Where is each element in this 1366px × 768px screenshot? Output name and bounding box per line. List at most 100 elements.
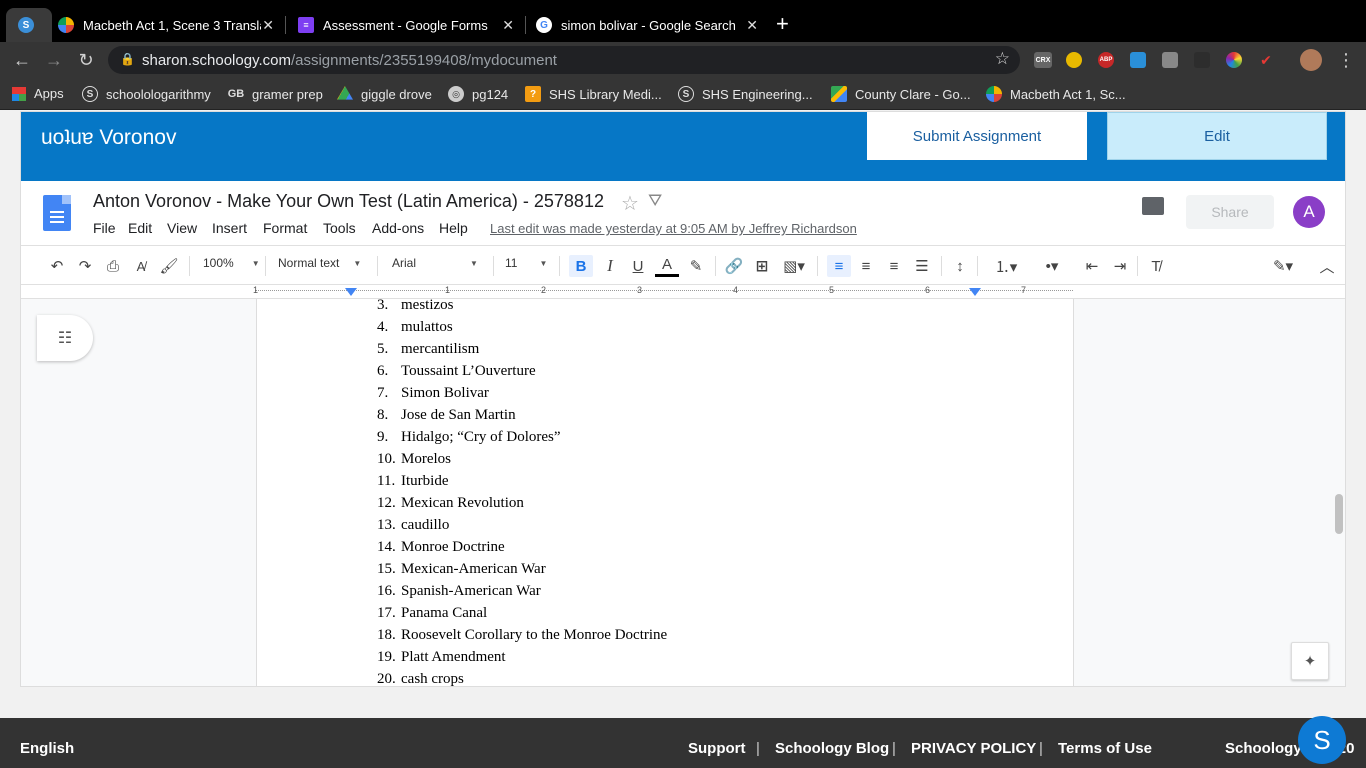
document-page[interactable]: 3. mestizos 4. mulattos 5. mercantilism 6. Tous… xyxy=(256,299,1074,686)
bookmark-apps[interactable]: Apps xyxy=(12,86,64,101)
footer-link-terms[interactable]: Terms of Use xyxy=(1058,740,1152,757)
list-item: 3. mestizos xyxy=(377,299,454,314)
add-comment-icon[interactable]: ⊞ xyxy=(751,255,773,277)
font-select[interactable]: Arial ▼ xyxy=(392,256,478,270)
tool-extension-icon[interactable] xyxy=(1130,52,1146,68)
tab-google-search[interactable]: G simon bolivar - Google Search ✕ xyxy=(524,8,768,42)
menu-edit[interactable]: Edit xyxy=(128,220,152,236)
menu-view[interactable]: View xyxy=(167,220,197,236)
numbered-list-icon[interactable]: ⒈▾ xyxy=(987,255,1025,277)
bookmark-schoolologarithmy[interactable]: S schoolologarithmy xyxy=(82,86,211,102)
bookmark-star-icon[interactable]: ☆ xyxy=(995,49,1010,69)
menu-format[interactable]: Format xyxy=(263,220,307,236)
new-tab-button[interactable]: + xyxy=(776,13,789,35)
bulleted-list-icon[interactable]: •▾ xyxy=(1033,255,1071,277)
menu-add-ons[interactable]: Add-ons xyxy=(372,220,424,236)
list-item-number: 11. xyxy=(377,473,396,489)
menu-help[interactable]: Help xyxy=(439,220,468,236)
chrome-menu-icon[interactable]: ⋮ xyxy=(1334,48,1358,72)
last-edit-link[interactable]: Last edit was made yesterday at 9:05 AM … xyxy=(490,221,857,236)
forward-icon[interactable]: → xyxy=(42,48,66,72)
close-tab-icon[interactable]: ✕ xyxy=(502,17,514,34)
bold-icon[interactable]: B xyxy=(569,255,593,277)
close-tab-icon[interactable]: ✕ xyxy=(262,17,274,34)
list-item: 16. Spanish-American War xyxy=(377,583,541,600)
justify-icon[interactable]: ☰ xyxy=(911,255,933,277)
ruler: 1 1 2 3 4 5 6 7 xyxy=(21,285,1345,299)
list-item: 12. Mexican Revolution xyxy=(377,495,524,512)
bookmark-county-clare[interactable]: County Clare - Go... xyxy=(831,86,971,102)
decrease-indent-icon[interactable]: ⇤ xyxy=(1081,255,1103,277)
highlight-icon[interactable]: ✎ xyxy=(685,255,707,277)
link-icon[interactable]: 🔗 xyxy=(723,255,745,277)
bookmark-shs-engineering[interactable]: S SHS Engineering... xyxy=(678,86,813,102)
tab-macbeth[interactable]: Macbeth Act 1, Scene 3 Transla ✕ xyxy=(46,8,284,42)
ruler-number: 3 xyxy=(637,285,643,295)
docs-logo-icon[interactable] xyxy=(43,195,71,231)
align-right-icon[interactable]: ≡ xyxy=(883,255,905,277)
editing-mode-icon[interactable]: ✎▾ xyxy=(1265,255,1301,277)
footer-link-support[interactable]: Support xyxy=(688,740,746,757)
align-left-icon[interactable]: ≡ xyxy=(827,255,851,277)
close-tab-icon[interactable]: ✕ xyxy=(746,17,758,34)
right-indent-marker[interactable] xyxy=(969,288,981,296)
account-avatar[interactable]: A xyxy=(1293,196,1325,228)
left-indent-marker[interactable] xyxy=(345,288,357,296)
list-item-text: Monroe Doctrine xyxy=(401,539,505,555)
comment-icon[interactable] xyxy=(1142,197,1164,215)
tab-forms[interactable]: ≡ Assessment - Google Forms ✕ xyxy=(286,8,524,42)
text-color-icon[interactable]: A xyxy=(655,255,679,277)
star-icon[interactable]: ☆ xyxy=(621,191,639,216)
font-value: Arial xyxy=(392,256,417,270)
move-to-drive-icon[interactable]: ⛛ xyxy=(648,191,662,211)
align-center-icon[interactable]: ≡ xyxy=(855,255,877,277)
back-icon[interactable]: ← xyxy=(10,48,34,72)
insert-image-icon[interactable]: ▧▾ xyxy=(779,255,809,277)
bookmark-giggle-drove[interactable]: giggle drove xyxy=(337,86,432,102)
spellcheck-icon[interactable]: A̸ xyxy=(131,255,151,277)
scrollbar[interactable] xyxy=(1335,494,1343,534)
clear-formatting-icon[interactable]: T̸ xyxy=(1145,255,1167,277)
reload-icon[interactable]: ↻ xyxy=(74,48,98,72)
underline-icon[interactable]: U xyxy=(627,255,649,277)
bookmark-label: Macbeth Act 1, Sc... xyxy=(1010,86,1126,102)
document-title[interactable]: Anton Voronov - Make Your Own Test (Lati… xyxy=(93,191,604,212)
document-outline-icon[interactable]: ☷ xyxy=(37,315,93,361)
footer-link-blog[interactable]: Schoology Blog xyxy=(775,740,889,757)
print-icon[interactable]: ⎙ xyxy=(103,255,123,277)
line-spacing-icon[interactable]: ↕ xyxy=(949,255,971,277)
list-item-text: Jose de San Martin xyxy=(401,407,516,423)
paint-format-icon[interactable]: 🖌 xyxy=(159,255,179,277)
edit-button[interactable]: Edit xyxy=(1107,112,1327,160)
crx-extension-icon[interactable]: CRX xyxy=(1034,52,1052,68)
adblock-extension-icon[interactable]: ABP xyxy=(1098,52,1114,68)
profile-avatar-icon[interactable] xyxy=(1300,49,1322,71)
menu-tools[interactable]: Tools xyxy=(323,220,356,236)
hidden-extension-icon[interactable] xyxy=(1194,52,1210,68)
explore-icon[interactable]: ✦ xyxy=(1291,642,1329,680)
menu-file[interactable]: File xyxy=(93,220,116,236)
undo-icon[interactable]: ↶ xyxy=(47,255,67,277)
zoom-select[interactable]: 100% ▼ xyxy=(203,256,260,270)
font-size-select[interactable]: 11 ▼ xyxy=(505,256,547,270)
style-select[interactable]: Normal text ▼ xyxy=(278,256,361,270)
footer-link-privacy[interactable]: PRIVACY POLICY xyxy=(911,740,1036,757)
menu-insert[interactable]: Insert xyxy=(212,220,247,236)
bookmark-macbeth[interactable]: Macbeth Act 1, Sc... xyxy=(986,86,1126,102)
collapse-menu-icon[interactable]: ︿ xyxy=(1317,255,1337,277)
redo-icon[interactable]: ↷ xyxy=(75,255,95,277)
bookmark-pg124[interactable]: ◎ pg124 xyxy=(448,86,508,102)
color-extension-icon[interactable] xyxy=(1226,52,1242,68)
share-button[interactable]: Share xyxy=(1186,195,1274,229)
bookmark-gramer-prep[interactable]: GB gramer prep xyxy=(228,86,323,102)
language-selector[interactable]: English xyxy=(20,740,74,757)
schoology-help-bubble[interactable]: S xyxy=(1298,716,1346,764)
increase-indent-icon[interactable]: ⇥ xyxy=(1109,255,1131,277)
bookmark-shs-library[interactable]: ? SHS Library Medi... xyxy=(525,86,662,102)
check-extension-icon[interactable]: ✔ xyxy=(1258,52,1274,68)
address-bar[interactable]: 🔒 sharon.schoology.com/assignments/23551… xyxy=(108,46,1020,74)
italic-icon[interactable]: I xyxy=(599,255,621,277)
owl-extension-icon[interactable] xyxy=(1066,52,1082,68)
briefcase-extension-icon[interactable] xyxy=(1162,52,1178,68)
submit-assignment-button[interactable]: Submit Assignment xyxy=(867,112,1087,160)
